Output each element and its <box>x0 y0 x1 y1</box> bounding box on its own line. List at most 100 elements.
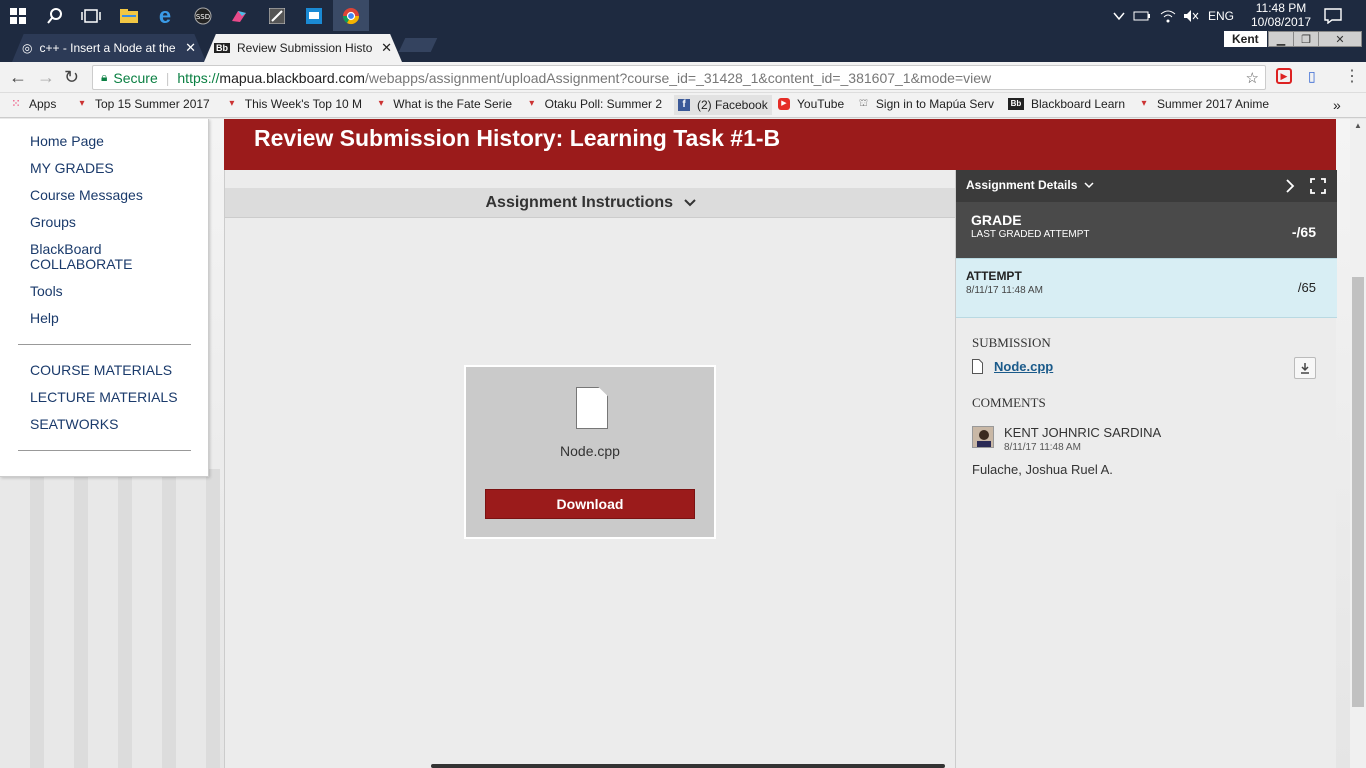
app-icon[interactable] <box>259 0 295 31</box>
bookmark-label: Blackboard Learn <box>1031 97 1126 111</box>
grade-label: GRADE <box>971 212 1022 228</box>
sidebar-item-lecture-materials[interactable]: LECTURE MATERIALS <box>30 390 178 405</box>
reload-icon[interactable]: ↻ <box>64 67 79 88</box>
sidebar-item-groups[interactable]: Groups <box>30 215 76 230</box>
search-icon[interactable] <box>37 0 73 31</box>
otaku-icon: ▾ <box>79 98 85 109</box>
close-tab-icon[interactable]: ✕ <box>185 40 196 56</box>
attempt-row[interactable]: ATTEMPT 8/11/17 11:48 AM /65 <box>956 258 1337 318</box>
minimize-icon[interactable]: ▁ <box>1268 31 1294 47</box>
url-bar[interactable]: 🔒︎ Secure | https://mapua.blackboard.com… <box>92 65 1266 90</box>
sidebar-item-my-grades[interactable]: MY GRADES <box>30 161 114 176</box>
expand-icon[interactable] <box>1310 178 1326 197</box>
avatar <box>972 426 994 448</box>
sidebar-item-seatworks[interactable]: SEATWORKS <box>30 417 118 432</box>
submission-viewer: Assignment Instructions Node.cpp Downloa… <box>224 170 956 768</box>
grade-value: -/65 <box>1291 224 1316 240</box>
close-window-icon[interactable]: ✕ <box>1318 31 1362 47</box>
sidebar-item-course-materials[interactable]: COURSE MATERIALS <box>30 363 172 378</box>
attempt-date: 8/11/17 11:48 AM <box>966 285 1043 296</box>
wifi-icon[interactable] <box>1160 0 1176 31</box>
bookmark-item[interactable]: ▾ Summer 2017 Anime <box>1138 97 1274 111</box>
notifications-icon[interactable] <box>1324 0 1342 31</box>
forward-arrow-icon[interactable]: → <box>37 67 55 88</box>
assignment-details-header[interactable]: Assignment Details <box>956 170 1337 202</box>
scroll-up-icon[interactable]: ▲ <box>1354 121 1362 130</box>
sidebar-item-course-messages[interactable]: Course Messages <box>30 188 143 203</box>
language-indicator[interactable]: ENG <box>1208 0 1234 31</box>
extension-icon[interactable]: ▶ <box>1276 68 1292 84</box>
new-tab-button[interactable] <box>398 38 438 52</box>
sidebar-item-home-page[interactable]: Home Page <box>30 134 104 149</box>
bookmark-item[interactable]: ▾ Top 15 Summer 2017 <box>76 97 212 111</box>
clock-time: 11:48 PM <box>1255 1 1307 15</box>
ssd-icon[interactable]: SSD <box>185 0 221 31</box>
otaku-icon: ▾ <box>1141 98 1147 109</box>
sidebar-item-collaborate[interactable]: COLLABORATE <box>30 257 132 272</box>
bookmark-item[interactable]: ▾ What is the Fate Serie <box>376 97 512 111</box>
bookmark-label: This Week's Top 10 M <box>244 97 362 111</box>
file-preview-card: Node.cpp Download <box>464 365 716 539</box>
paint-icon[interactable] <box>221 0 257 31</box>
chevron-down-icon <box>683 188 696 218</box>
battery-icon[interactable] <box>1133 0 1151 31</box>
sidebar-item-blackboard[interactable]: BlackBoard <box>30 242 102 257</box>
restore-icon[interactable]: ❐ <box>1293 31 1319 47</box>
back-arrow-icon[interactable]: ← <box>9 67 27 88</box>
download-button[interactable]: Download <box>485 489 695 519</box>
file-icon <box>972 359 983 379</box>
menu-icon[interactable]: ⋮ <box>1344 66 1360 86</box>
horizontal-scroll-indicator[interactable] <box>431 764 945 768</box>
volume-muted-icon[interactable] <box>1183 0 1199 31</box>
url-separator: | <box>165 69 170 86</box>
star-icon[interactable]: ☆ <box>1246 69 1259 87</box>
download-icon[interactable] <box>1294 357 1316 379</box>
system-clock[interactable]: 11:48 PM 10/08/2017 <box>1246 0 1316 31</box>
windows-taskbar: e SSD ENG 11:48 PM 10/08/2017 <box>0 0 1366 31</box>
clock-date: 10/08/2017 <box>1250 15 1312 29</box>
chevron-down-icon <box>1084 178 1094 192</box>
bookmarks-bar: ⁙ Apps ▾ Top 15 Summer 2017 ▾ This Week's T… <box>0 93 1366 118</box>
bookmark-item[interactable]: ⛫ Sign in to Mapúa Serv <box>858 97 994 111</box>
document-icon <box>576 387 608 429</box>
apps-grid-icon: ⁙ <box>11 98 21 110</box>
grade-section: GRADE LAST GRADED ATTEMPT -/65 <box>956 202 1337 258</box>
facebook-icon: f <box>678 99 690 111</box>
sidebar-item-tools[interactable]: Tools <box>30 284 63 299</box>
bookmark-item[interactable]: Bb Blackboard Learn <box>1008 97 1125 111</box>
sidebar-item-help[interactable]: Help <box>30 311 59 326</box>
browser-tab-bar: ◎ c++ - Insert a Node at the ✕ Bb Review… <box>0 31 1366 62</box>
file-explorer-icon[interactable] <box>111 0 147 31</box>
submission-file-link[interactable]: Node.cpp <box>994 359 1053 374</box>
browser-tab-active[interactable]: Bb Review Submission Histo ✕ <box>204 34 402 62</box>
task-view-icon[interactable] <box>73 0 109 31</box>
page-title: Review Submission History: Learning Task… <box>224 119 1336 170</box>
chevron-up-icon[interactable] <box>1112 0 1126 31</box>
file-name: Node.cpp <box>560 443 620 459</box>
otaku-icon: ▾ <box>378 98 384 109</box>
scrollbar-thumb[interactable] <box>1352 277 1364 707</box>
assignment-instructions-toggle[interactable]: Assignment Instructions <box>225 188 956 218</box>
edge-icon[interactable]: e <box>147 0 183 31</box>
submission-label: SUBMISSION <box>972 335 1051 350</box>
bookmark-item[interactable]: ▶ YouTube <box>778 97 844 111</box>
browser-tab[interactable]: ◎ c++ - Insert a Node at the ✕ <box>12 34 206 62</box>
close-tab-icon[interactable]: ✕ <box>381 40 392 56</box>
windows-icon[interactable] <box>0 0 36 31</box>
bookmark-item[interactable]: f (2) Facebook <box>674 95 772 115</box>
comment-date: 8/11/17 11:48 AM <box>1004 442 1081 453</box>
bookmark-item[interactable]: ▾ Otaku Poll: Summer 2 <box>526 97 662 111</box>
phone-extension-icon[interactable]: ▯ <box>1308 68 1316 85</box>
page-viewport: Home Page MY GRADES Course Messages Grou… <box>0 119 1366 768</box>
bookmark-item[interactable]: ▾ This Week's Top 10 M <box>226 97 362 111</box>
comments-label: COMMENTS <box>972 395 1046 410</box>
blackboard-icon: Bb <box>214 43 230 53</box>
chevron-right-icon[interactable] <box>1285 179 1295 196</box>
secure-label: Secure <box>113 69 158 86</box>
chrome-icon[interactable] <box>333 0 369 31</box>
more-bookmarks-button[interactable]: » <box>1333 97 1341 113</box>
app2-icon[interactable] <box>296 0 332 31</box>
vertical-scrollbar[interactable]: ▲ <box>1350 119 1366 768</box>
profile-button[interactable]: Kent <box>1224 31 1267 47</box>
bookmark-apps[interactable]: ⁙ Apps <box>10 97 56 111</box>
